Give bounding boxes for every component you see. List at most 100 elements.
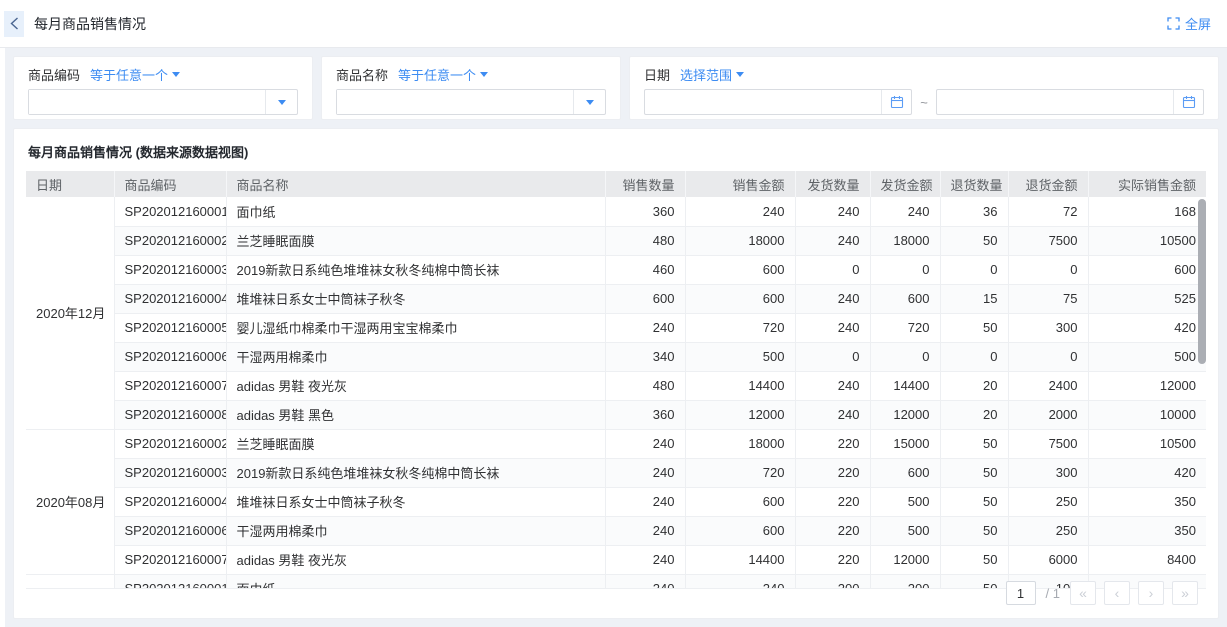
last-page-button[interactable]: » [1172, 581, 1198, 605]
cell-value: 340 [605, 342, 685, 371]
caret-down-icon [172, 72, 180, 81]
cell-value: 8400 [1088, 545, 1206, 574]
table-row: SP202012160004堆堆袜日系女士中筒袜子秋冬2406002205005… [26, 487, 1206, 516]
first-page-button[interactable]: « [1070, 581, 1096, 605]
product-name-dropdown-button[interactable] [573, 90, 605, 114]
cell-product-code: SP202012160002 [114, 429, 226, 458]
cell-value: 250 [1008, 487, 1088, 516]
table-row: SP202012160004堆堆袜日系女士中筒袜子秋冬6006002406001… [26, 284, 1206, 313]
cell-value: 240 [605, 429, 685, 458]
caret-down-icon [480, 72, 488, 81]
report-card: 每月商品销售情况 (数据来源数据视图) 日期商品编码商品名称销售数量销售金额发货… [13, 128, 1219, 619]
cell-value: 50 [940, 487, 1008, 516]
cell-product-name: 干湿两用棉柔巾 [226, 342, 605, 371]
cell-value: 14400 [870, 371, 940, 400]
product-code-input[interactable] [29, 90, 265, 114]
table-row: SP2020121600032019新款日系纯色堆堆袜女秋冬纯棉中筒长袜2407… [26, 458, 1206, 487]
cell-value: 420 [1088, 458, 1206, 487]
cell-product-code: SP202012160005 [114, 313, 226, 342]
filter-operator-date[interactable]: 选择范围 [680, 65, 744, 84]
column-header: 商品编码 [114, 171, 226, 197]
prev-page-icon: ‹ [1115, 586, 1120, 600]
back-button[interactable] [4, 11, 24, 37]
cell-value: 480 [605, 371, 685, 400]
cell-value: 350 [1088, 516, 1206, 545]
cell-value: 500 [870, 516, 940, 545]
cell-product-name: 干湿两用棉柔巾 [226, 516, 605, 545]
prev-page-button[interactable]: ‹ [1104, 581, 1130, 605]
cell-value: 12000 [870, 400, 940, 429]
filter-operator-label: 等于任意一个 [90, 65, 168, 84]
cell-value: 720 [685, 458, 795, 487]
vertical-scrollbar[interactable] [1198, 199, 1206, 364]
cell-value: 500 [685, 342, 795, 371]
cell-product-code: SP202012160007 [114, 545, 226, 574]
next-page-icon: › [1149, 586, 1154, 600]
next-page-button[interactable]: › [1138, 581, 1164, 605]
cell-value: 12000 [1088, 371, 1206, 400]
filter-product-name: 商品名称 等于任意一个 [321, 56, 621, 120]
calendar-button[interactable] [881, 90, 911, 114]
date-group-cell: 2020年08月 [26, 429, 114, 574]
first-page-icon: « [1079, 586, 1087, 600]
cell-value: 200 [870, 574, 940, 589]
date-start-input[interactable] [645, 95, 881, 110]
page-total-label: / 1 [1046, 586, 1060, 601]
cell-value: 720 [685, 313, 795, 342]
column-header: 发货金额 [870, 171, 940, 197]
cell-value: 10000 [1088, 400, 1206, 429]
date-end-input[interactable] [937, 95, 1173, 110]
calendar-icon [1182, 95, 1196, 109]
caret-down-icon [278, 100, 286, 109]
cell-value: 720 [870, 313, 940, 342]
product-name-input[interactable] [337, 90, 573, 114]
cell-product-name: 兰芝睡眠面膜 [226, 429, 605, 458]
filter-operator-product-code[interactable]: 等于任意一个 [90, 65, 180, 84]
table-row: SP202012160002兰芝睡眠面膜48018000240180005075… [26, 226, 1206, 255]
cell-value: 14400 [685, 371, 795, 400]
cell-product-code: SP202012160002 [114, 226, 226, 255]
cell-product-name: 堆堆袜日系女士中筒袜子秋冬 [226, 487, 605, 516]
cell-value: 220 [795, 429, 870, 458]
cell-value: 240 [795, 400, 870, 429]
fullscreen-button[interactable]: 全屏 [1167, 14, 1211, 33]
date-range-separator: ~ [920, 95, 928, 110]
calendar-button[interactable] [1173, 90, 1203, 114]
cell-value: 600 [870, 458, 940, 487]
cell-value: 10500 [1088, 226, 1206, 255]
cell-product-name: 婴儿湿纸巾棉柔巾干湿两用宝宝棉柔巾 [226, 313, 605, 342]
cell-product-name: 堆堆袜日系女士中筒袜子秋冬 [226, 284, 605, 313]
cell-value: 0 [795, 255, 870, 284]
filter-label-product-name: 商品名称 [336, 65, 388, 84]
product-code-select [28, 89, 298, 115]
cell-value: 20 [940, 400, 1008, 429]
filter-label-date: 日期 [644, 65, 670, 84]
cell-value: 18000 [685, 226, 795, 255]
filter-operator-product-name[interactable]: 等于任意一个 [398, 65, 488, 84]
cell-product-code: SP202012160006 [114, 516, 226, 545]
current-page-box[interactable]: 1 [1006, 581, 1036, 605]
cell-value: 300 [1008, 313, 1088, 342]
date-group-cell: 2020年12月 [26, 197, 114, 429]
cell-value: 460 [605, 255, 685, 284]
cell-value: 240 [870, 197, 940, 226]
table-body: 2020年12月SP202012160001面巾纸360240240240367… [26, 197, 1206, 589]
cell-value: 20 [940, 371, 1008, 400]
cell-value: 240 [605, 545, 685, 574]
cell-product-name: 2019新款日系纯色堆堆袜女秋冬纯棉中筒长袜 [226, 255, 605, 284]
cell-value: 72 [1008, 197, 1088, 226]
cell-product-name: 2019新款日系纯色堆堆袜女秋冬纯棉中筒长袜 [226, 458, 605, 487]
cell-value: 240 [605, 574, 685, 589]
page-title: 每月商品销售情况 [34, 14, 146, 34]
cell-value: 50 [940, 574, 1008, 589]
cell-value: 0 [795, 342, 870, 371]
cell-value: 7500 [1008, 226, 1088, 255]
column-header: 退货金额 [1008, 171, 1088, 197]
report-table: 2020年12月SP202012160001面巾纸360240240240367… [26, 197, 1206, 589]
product-code-dropdown-button[interactable] [265, 90, 297, 114]
cell-value: 240 [685, 197, 795, 226]
cell-product-code: SP202012160003 [114, 255, 226, 284]
cell-product-code: SP202012160001 [114, 197, 226, 226]
cell-value: 600 [1088, 255, 1206, 284]
cell-value: 350 [1088, 487, 1206, 516]
